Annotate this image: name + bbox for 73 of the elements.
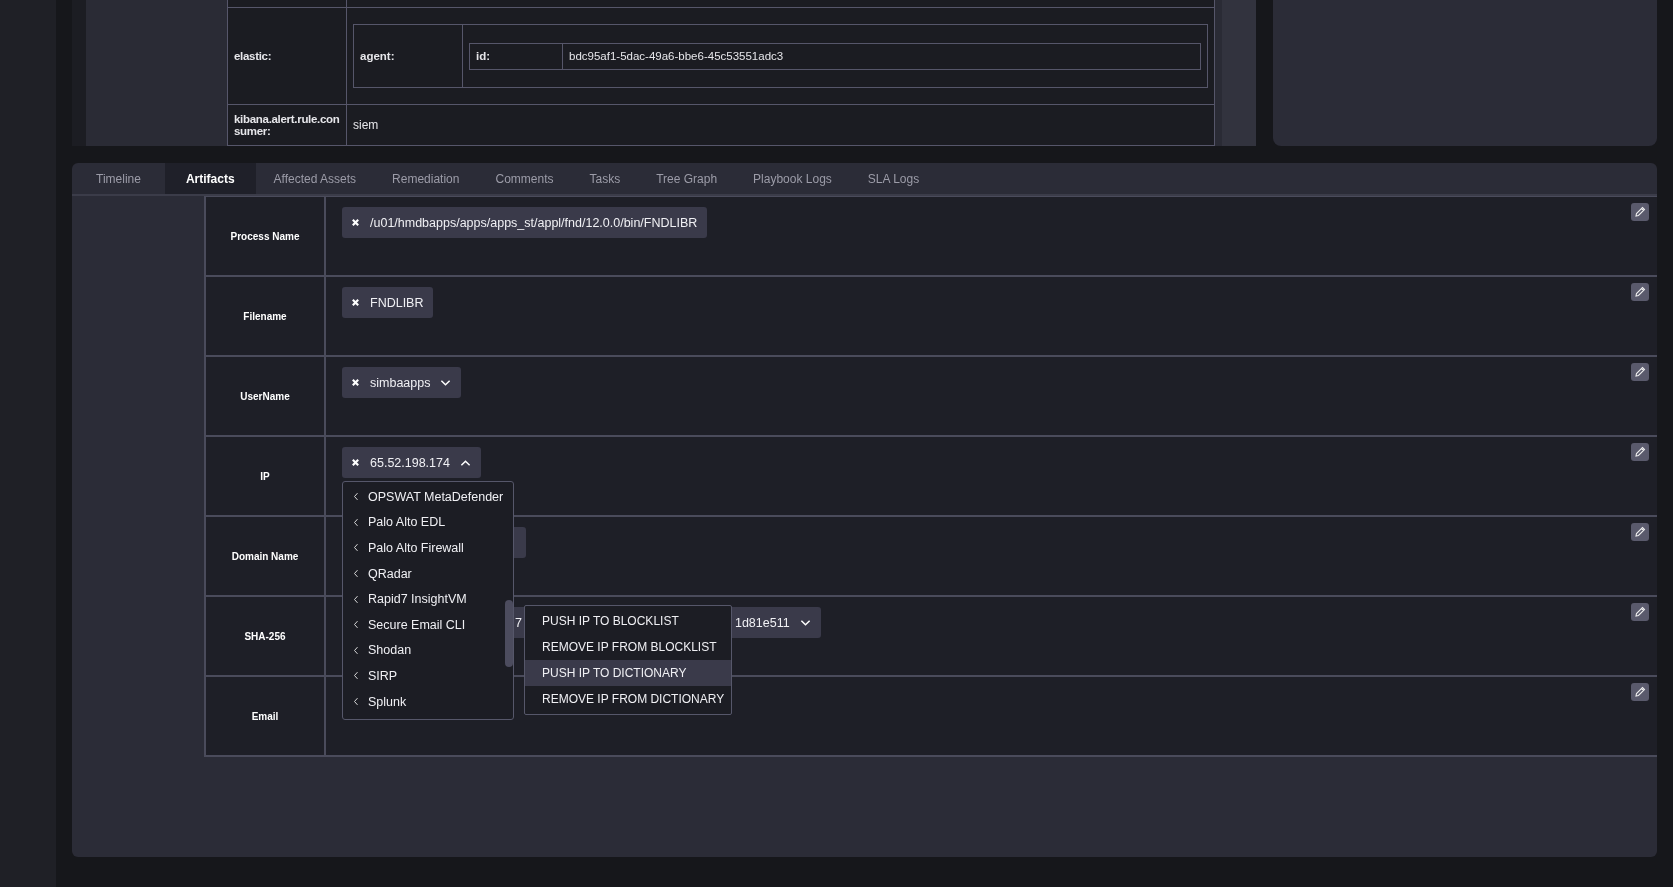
field-value: bdc95af1-5dac-49a6-bbe6-45c53551adc3 — [562, 43, 1201, 69]
field-label: Process Name — [206, 197, 326, 275]
menu-item[interactable]: REMOVE IP FROM DICTIONARY — [525, 686, 731, 712]
chevron-icon[interactable] — [440, 378, 452, 387]
scrollbar[interactable] — [1222, 0, 1256, 146]
tag[interactable]: FNDLIBR — [342, 287, 434, 318]
pencil-icon — [1634, 286, 1646, 298]
menu-item[interactable]: OPSWAT MetaDefender — [343, 484, 513, 510]
edit-button[interactable] — [1631, 523, 1649, 541]
pencil-icon — [1634, 606, 1646, 618]
menu-item[interactable]: SIRP — [343, 663, 513, 689]
menu-item[interactable]: Shodan — [343, 637, 513, 664]
chevron-icon — [353, 492, 359, 502]
chevron-icon — [353, 517, 359, 527]
edit-button[interactable] — [1631, 603, 1649, 621]
tab[interactable]: Tasks — [571, 163, 639, 194]
chevron-icon[interactable] — [799, 618, 811, 627]
edit-button[interactable] — [1631, 683, 1649, 701]
tag[interactable]: simbaapps — [342, 367, 462, 398]
edit-button[interactable] — [1631, 363, 1649, 381]
scrollbar-thumb[interactable] — [505, 600, 513, 667]
tab[interactable]: Affected Assets — [255, 163, 375, 194]
remove-icon[interactable] — [351, 218, 360, 227]
chevron-icon — [353, 594, 359, 604]
field-label: agent: — [353, 24, 463, 88]
field-label: id: — [469, 43, 563, 69]
pencil-icon — [1634, 686, 1646, 698]
chevron-icon — [353, 697, 359, 707]
menu-item[interactable]: Secure Email CLI — [343, 611, 513, 638]
tab[interactable]: Playbook Logs — [735, 163, 850, 194]
edit-button[interactable] — [1631, 203, 1649, 221]
field-label: elastic: — [227, 7, 347, 105]
field-label: IP — [206, 437, 326, 515]
field-label: Email — [206, 677, 326, 755]
chevron-icon — [353, 671, 359, 681]
tag[interactable]: /u01/hmdbapps/apps/apps_st/appl/fnd/12.0.0/bin/FNDLIBR — [342, 207, 708, 238]
tab[interactable]: Comments — [477, 163, 572, 194]
tag-text: 7 — [515, 615, 522, 630]
tab[interactable]: Artifacts — [164, 163, 256, 194]
menu-item[interactable]: PUSH IP TO DICTIONARY — [525, 660, 731, 686]
field-value: siem — [346, 104, 1215, 146]
menu-item[interactable]: REMOVE IP FROM BLOCKLIST — [525, 634, 731, 660]
menu-item[interactable]: Rapid7 InsightVM — [343, 586, 513, 612]
tag-text: 1d81e511 — [734, 615, 790, 630]
tab[interactable]: Tree Graph — [638, 163, 736, 194]
menu-item[interactable]: Palo Alto EDL — [343, 509, 513, 536]
field-label: Domain Name — [206, 517, 326, 595]
pencil-icon — [1634, 206, 1646, 218]
chevron-icon — [353, 645, 359, 655]
field-label: Filename — [206, 277, 326, 355]
field-label: SHA-256 — [206, 597, 326, 675]
menu-item[interactable]: QRadar — [343, 560, 513, 587]
tag[interactable]: 65.52.198.174 — [342, 447, 481, 478]
menu-item[interactable]: Palo Alto Firewall — [343, 535, 513, 561]
pencil-icon — [1634, 366, 1646, 378]
remove-icon[interactable] — [351, 298, 360, 307]
chevron-icon — [353, 569, 359, 579]
chevron-icon — [353, 620, 359, 630]
menu-item[interactable]: PUSH IP TO BLOCKLIST — [525, 608, 731, 634]
edit-button[interactable] — [1631, 443, 1649, 461]
tab[interactable]: Timeline — [72, 163, 165, 194]
remove-icon[interactable] — [351, 378, 360, 387]
remove-icon[interactable] — [351, 458, 360, 467]
field-label: UserName — [206, 357, 326, 435]
chevron-icon — [353, 543, 359, 553]
field-label: kibana.alert.rule.consumer: — [227, 104, 347, 146]
edit-button[interactable] — [1631, 283, 1649, 301]
pencil-icon — [1634, 446, 1646, 458]
tab[interactable]: SLA Logs — [849, 163, 938, 194]
menu-item[interactable]: Splunk — [343, 688, 513, 715]
pencil-icon — [1634, 526, 1646, 538]
tab[interactable]: Remediation — [374, 163, 478, 194]
chevron-icon[interactable] — [459, 458, 471, 467]
